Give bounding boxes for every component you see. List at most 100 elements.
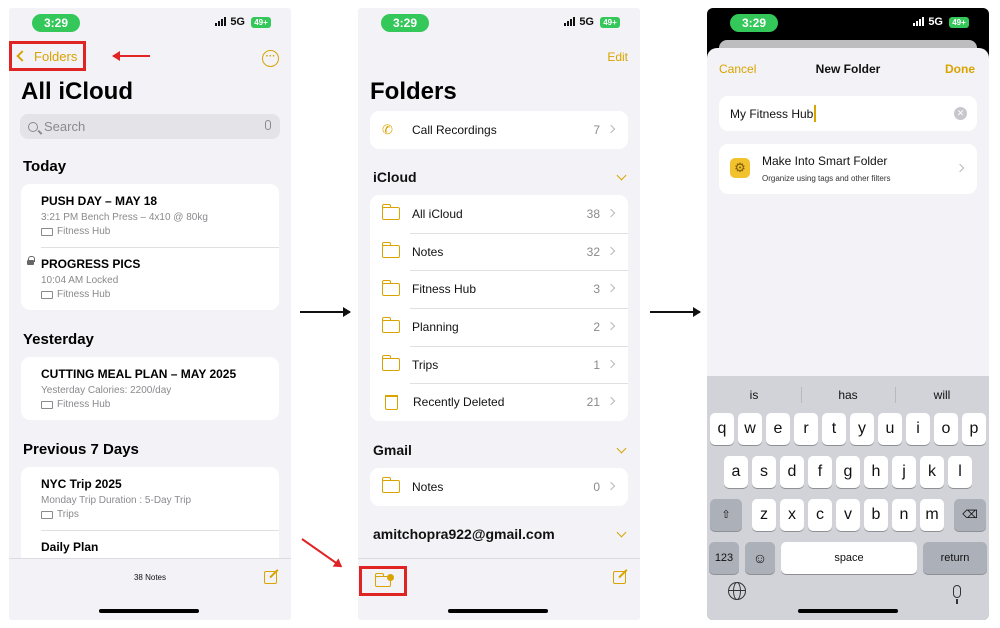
suggestion[interactable]: is	[707, 382, 801, 408]
folder-name-input[interactable]: My Fitness Hub ✕	[719, 96, 977, 131]
status-bar: 3:29 5G 49+	[9, 14, 291, 34]
folder-row[interactable]: Trips 1	[370, 345, 628, 384]
folder-row[interactable]: Recently Deleted 21	[370, 383, 628, 421]
note-item[interactable]: PUSH DAY – MAY 18 3:21 PM Bench Press – …	[21, 184, 279, 247]
folder-row[interactable]: Notes 32	[370, 232, 628, 271]
key[interactable]: l	[948, 456, 972, 488]
chevron-down-icon[interactable]	[616, 170, 627, 181]
key[interactable]: i	[906, 413, 930, 445]
return-key[interactable]: return	[923, 542, 987, 574]
bottom-toolbar	[358, 558, 640, 620]
more-options-icon[interactable]: ···	[262, 50, 279, 67]
new-folder-button[interactable]	[359, 566, 407, 596]
key[interactable]: d	[780, 456, 804, 488]
key[interactable]: w	[738, 413, 762, 445]
delete-key[interactable]: ⌫	[954, 499, 986, 531]
search-icon	[28, 121, 38, 132]
search-field[interactable]: Search	[20, 114, 280, 139]
key[interactable]: y	[850, 413, 874, 445]
note-item[interactable]: CUTTING MEAL PLAN – MAY 2025 Yesterday C…	[21, 357, 279, 420]
chevron-right-icon	[606, 124, 616, 134]
key[interactable]: q	[710, 413, 734, 445]
folder-row[interactable]: Fitness Hub 3	[370, 270, 628, 308]
key[interactable]: n	[892, 499, 916, 531]
key[interactable]: g	[836, 456, 860, 488]
shift-key[interactable]: ⇧	[710, 499, 742, 531]
flow-arrow	[650, 307, 701, 317]
key[interactable]: p	[962, 413, 986, 445]
folder-row[interactable]: Planning 2	[370, 308, 628, 346]
microphone-icon[interactable]	[265, 120, 271, 130]
key[interactable]: h	[864, 456, 888, 488]
group-title-account: amitchopra922@gmail.com	[373, 526, 555, 542]
signal-icon	[913, 17, 925, 26]
chevron-right-icon	[606, 246, 616, 255]
notes-count: 38 Notes	[133, 573, 167, 582]
key-row-1: q w e r t y u i o p	[707, 413, 989, 445]
folder-icon	[41, 400, 53, 409]
smart-folder-row[interactable]: ⚙ Make Into Smart Folder Organize using …	[719, 144, 977, 194]
space-key[interactable]: space	[781, 542, 917, 574]
folder-row[interactable]: All iCloud 38	[370, 195, 628, 233]
edit-button[interactable]: Edit	[607, 50, 628, 64]
key[interactable]: f	[808, 456, 832, 488]
notes-group-today: PUSH DAY – MAY 18 3:21 PM Bench Press – …	[21, 184, 279, 310]
signal-icon	[215, 17, 227, 26]
home-indicator	[798, 609, 898, 613]
key[interactable]: u	[878, 413, 902, 445]
key[interactable]: t	[822, 413, 846, 445]
folder-row[interactable]: Notes 0	[370, 468, 628, 506]
icloud-folders-group: All iCloud 38 Notes 32 Fitness Hub 3 Pla…	[370, 195, 628, 422]
key[interactable]: j	[892, 456, 916, 488]
key[interactable]: k	[920, 456, 944, 488]
phone-folders-screen: 3:29 5G 49+ Edit Folders ✆ Call Recordin…	[358, 8, 640, 620]
key[interactable]: s	[752, 456, 776, 488]
network-indicator: 5G	[215, 16, 245, 28]
annotation-arrow-red	[301, 538, 342, 568]
back-to-folders-button[interactable]: Folders	[9, 41, 86, 71]
key[interactable]: v	[836, 499, 860, 531]
globe-icon[interactable]	[728, 582, 746, 600]
section-today: Today	[23, 158, 67, 175]
key[interactable]: r	[794, 413, 818, 445]
network-indicator: 5G	[564, 16, 594, 28]
group-title-icloud: iCloud	[373, 169, 417, 185]
home-indicator	[448, 609, 548, 613]
bottom-toolbar: 38 Notes	[9, 558, 291, 620]
status-bar: 3:29 5G 49+	[358, 14, 640, 34]
phone-wave-icon: ✆	[382, 121, 393, 137]
folder-icon	[381, 477, 400, 494]
key[interactable]: x	[780, 499, 804, 531]
key[interactable]: z	[752, 499, 776, 531]
suggestion[interactable]: will	[895, 382, 989, 408]
key[interactable]: a	[724, 456, 748, 488]
key[interactable]: o	[934, 413, 958, 445]
chevron-right-icon	[606, 397, 616, 406]
done-button[interactable]: Done	[945, 62, 975, 76]
key[interactable]: c	[808, 499, 832, 531]
chevron-right-icon	[606, 208, 616, 218]
chevron-down-icon[interactable]	[616, 527, 627, 538]
status-time: 3:29	[730, 14, 778, 32]
numbers-key[interactable]: 123	[709, 542, 739, 574]
annotation-arrow-red	[112, 51, 150, 61]
compose-icon[interactable]	[264, 571, 277, 584]
suggestion[interactable]: has	[801, 382, 895, 408]
key[interactable]: m	[920, 499, 944, 531]
note-item[interactable]: NYC Trip 2025 Monday Trip Duration : 5-D…	[21, 467, 279, 530]
microphone-icon[interactable]	[953, 585, 961, 604]
chevron-down-icon[interactable]	[616, 443, 627, 454]
folder-icon	[381, 204, 400, 221]
note-item[interactable]: PROGRESS PICS 10:04 AM Locked Fitness Hu…	[21, 247, 279, 310]
compose-icon[interactable]	[613, 571, 626, 584]
battery-icon: 49+	[600, 17, 620, 28]
folder-row-call-recordings[interactable]: ✆ Call Recordings 7	[370, 111, 628, 149]
key[interactable]: e	[766, 413, 790, 445]
chevron-right-icon	[606, 359, 616, 368]
clear-icon[interactable]: ✕	[954, 107, 967, 120]
emoji-key[interactable]: ☺	[745, 542, 775, 574]
new-folder-sheet: Cancel New Folder Done My Fitness Hub ✕ …	[707, 48, 989, 620]
notes-group-yesterday: CUTTING MEAL PLAN – MAY 2025 Yesterday C…	[21, 357, 279, 420]
key[interactable]: b	[864, 499, 888, 531]
key-row-2: a s d f g h j k l	[707, 456, 989, 488]
